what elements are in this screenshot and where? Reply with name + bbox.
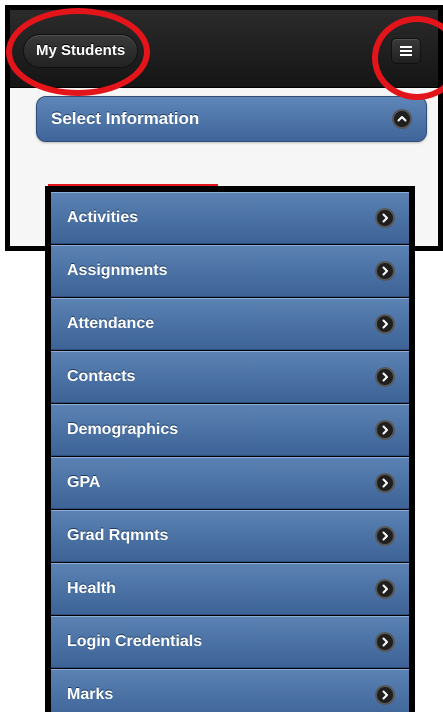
annotation-circle-my-students: [6, 8, 150, 96]
menu-item-label: Grad Rqmnts: [67, 527, 169, 544]
select-information-menu: Activities Assignments Attendance Contac…: [45, 186, 415, 712]
menu-item-label: Attendance: [67, 315, 155, 332]
menu-item-label: Health: [67, 580, 116, 597]
menu-item-attendance[interactable]: Attendance: [51, 298, 409, 350]
menu-item-grad-rqmnts[interactable]: Grad Rqmnts: [51, 510, 409, 562]
chevron-right-icon: [375, 579, 395, 599]
menu-item-health[interactable]: Health: [51, 563, 409, 615]
chevron-right-icon: [375, 526, 395, 546]
chevron-right-icon: [375, 473, 395, 493]
menu-item-label: Marks: [67, 686, 114, 703]
menu-item-label: Assignments: [67, 262, 168, 279]
chevron-right-icon: [375, 420, 395, 440]
menu-item-label: Activities: [67, 209, 139, 226]
menu-item-marks[interactable]: Marks: [51, 669, 409, 712]
menu-item-demographics[interactable]: Demographics: [51, 404, 409, 456]
chevron-right-icon: [375, 685, 395, 705]
chevron-right-icon: [375, 261, 395, 281]
menu-item-gpa[interactable]: GPA: [51, 457, 409, 509]
menu-item-label: Demographics: [67, 421, 179, 438]
chevron-right-icon: [375, 367, 395, 387]
select-information-label: Select Information: [51, 109, 200, 128]
menu-item-assignments[interactable]: Assignments: [51, 245, 409, 297]
menu-item-label: Login Credentials: [67, 633, 203, 650]
menu-item-contacts[interactable]: Contacts: [51, 351, 409, 403]
menu-item-login-credentials[interactable]: Login Credentials: [51, 616, 409, 668]
select-information-button[interactable]: Select Information: [36, 96, 427, 142]
menu-item-label: GPA: [67, 474, 101, 491]
chevron-right-icon: [375, 208, 395, 228]
menu-item-label: Contacts: [67, 368, 136, 385]
chevron-up-icon: [392, 109, 412, 129]
menu-item-activities[interactable]: Activities: [51, 192, 409, 244]
chevron-right-icon: [375, 314, 395, 334]
chevron-right-icon: [375, 632, 395, 652]
